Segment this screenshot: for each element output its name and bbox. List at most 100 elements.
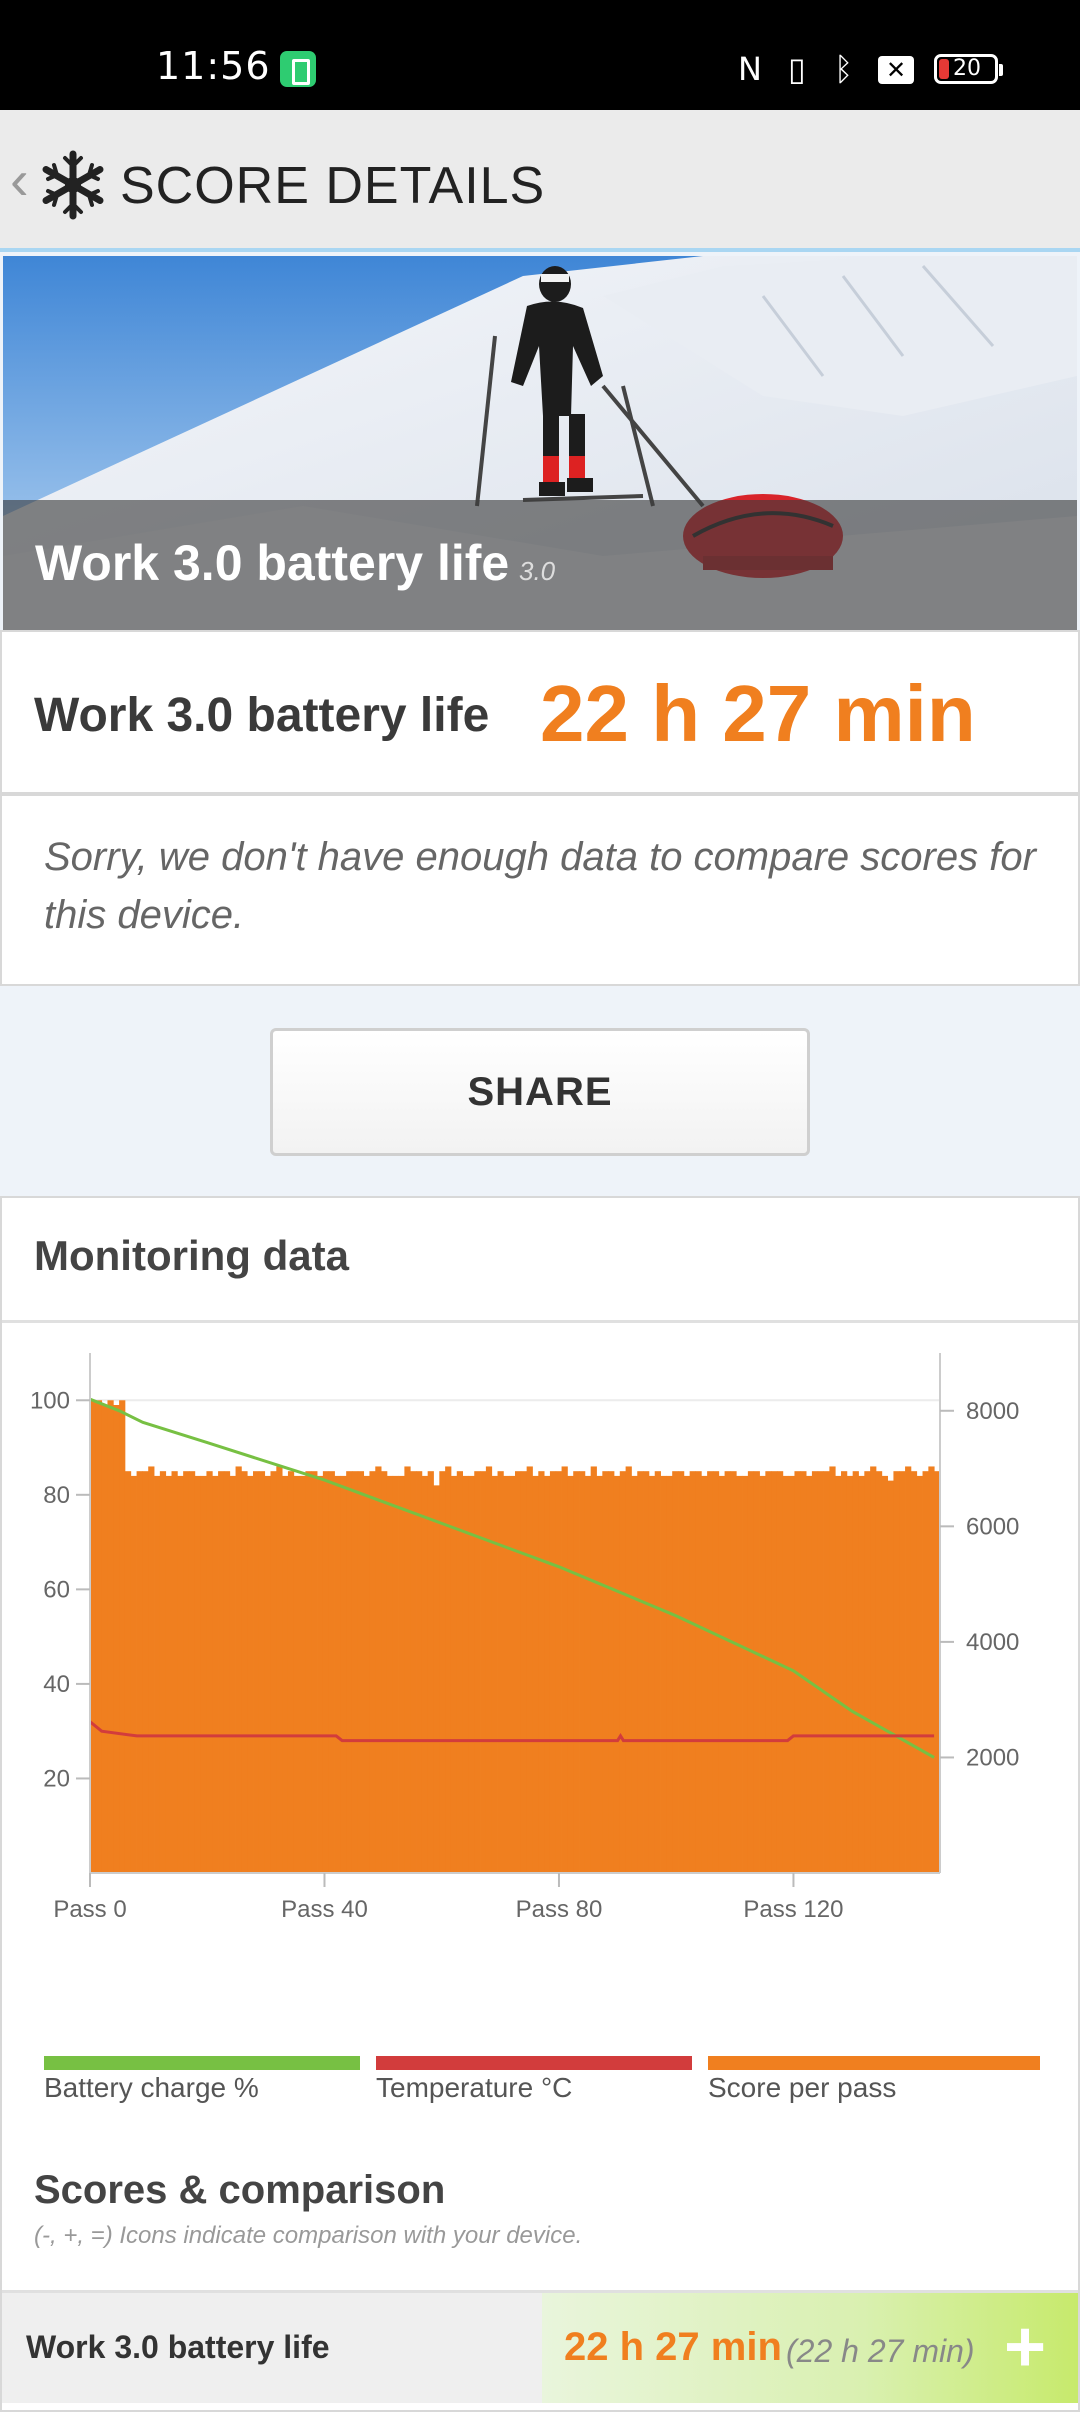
score-bar [544, 1475, 551, 1873]
battery-saver-icon [280, 51, 316, 87]
comparison-row[interactable]: Work 3.0 battery life 22 h 27 min (22 h … [2, 2290, 1078, 2403]
score-bar [852, 1471, 859, 1873]
score-bar [602, 1471, 609, 1873]
score-bar [806, 1475, 813, 1873]
score-bar [433, 1485, 440, 1873]
score-bar [718, 1475, 725, 1873]
score-bar [241, 1471, 248, 1873]
score-bar [648, 1475, 656, 1873]
comparison-note: Sorry, we don't have enough data to comp… [44, 835, 1036, 937]
x-tick-label: Pass 40 [281, 1896, 368, 1923]
score-bar [672, 1471, 679, 1873]
score-bar [782, 1475, 790, 1873]
score-bar [736, 1475, 743, 1873]
score-bar [229, 1475, 236, 1873]
score-bar [584, 1475, 592, 1873]
score-bar [893, 1471, 900, 1873]
score-bar [631, 1475, 638, 1873]
score-bar [596, 1475, 603, 1873]
score-bar [311, 1471, 318, 1873]
sim-off-icon: ✕ [878, 56, 914, 84]
score-bar [800, 1471, 807, 1873]
comparison-row-label-cell: Work 3.0 battery life [2, 2293, 542, 2403]
score-bar [351, 1471, 359, 1873]
score-bar [846, 1475, 854, 1873]
score-bar [113, 1405, 120, 1873]
score-bar [474, 1471, 481, 1873]
score-bar [194, 1475, 202, 1873]
scores-hint: (-, +, =) Icons indicate comparison with… [34, 2222, 583, 2249]
score-bar [282, 1475, 289, 1873]
score-bar [375, 1466, 382, 1873]
score-bar [369, 1471, 376, 1873]
score-bar [317, 1475, 324, 1873]
score-bar [497, 1471, 504, 1873]
score-bar [491, 1475, 498, 1873]
score-bar [136, 1471, 143, 1873]
comparison-row-value: 22 h 27 min [564, 2325, 782, 2369]
score-card: Work 3.0 battery life 22 h 27 min [0, 630, 1080, 794]
score-bar [701, 1475, 708, 1873]
score-bar [386, 1475, 394, 1873]
score-bar [142, 1471, 149, 1873]
benchmark-hero-image: Work 3.0 battery life 3.0 [3, 256, 1077, 630]
score-bar [159, 1471, 167, 1873]
score-bar [590, 1466, 597, 1873]
x-tick-label: Pass 80 [516, 1896, 603, 1923]
app-bar: ‹ SCORE DETAILS [0, 110, 1080, 252]
score-bar [905, 1466, 912, 1873]
score-bar [148, 1466, 155, 1873]
score-bar [410, 1471, 417, 1873]
plus-icon: + [1004, 2307, 1047, 2387]
score-bar [328, 1471, 335, 1873]
score-bar [683, 1475, 691, 1873]
score-bar [206, 1471, 213, 1873]
hero-caption: Work 3.0 battery life 3.0 [3, 500, 1077, 630]
score-bar [916, 1475, 923, 1873]
score-bar [561, 1466, 568, 1873]
bluetooth-icon: ᛒ [834, 50, 854, 88]
legend-label-score: Score per pass [708, 2072, 897, 2103]
score-bar [421, 1475, 429, 1873]
y-left-tick-label: 100 [30, 1387, 70, 1414]
legend-swatch-score [708, 2056, 1040, 2070]
back-button[interactable]: ‹ [10, 150, 29, 210]
status-bar: 11:56 N ▯ ᛒ ✕ 20 [0, 0, 1080, 110]
score-bar [660, 1475, 667, 1873]
score-bar [258, 1471, 266, 1873]
score-bar [608, 1471, 615, 1873]
score-bar [416, 1471, 423, 1873]
monitoring-chart: 20 40 60 80 100 2000 4000 6000 8000 Pass 0 Pass 40… [30, 1353, 1019, 1923]
score-bar [788, 1475, 795, 1873]
score-bar [532, 1475, 539, 1873]
score-bar [305, 1471, 312, 1873]
vibrate-icon: ▯ [788, 50, 806, 88]
score-bar [462, 1475, 469, 1873]
divider [2, 1320, 1078, 1323]
battery-level: 20 [953, 56, 981, 81]
comparison-row-label: Work 3.0 battery life [26, 2329, 330, 2365]
monitoring-title: Monitoring data [34, 1232, 349, 1279]
score-bar [485, 1466, 493, 1873]
score-bar [724, 1471, 731, 1873]
score-bar [95, 1400, 103, 1873]
score-bar [200, 1475, 207, 1873]
score-bar [841, 1471, 848, 1873]
score-bar [119, 1400, 126, 1873]
score-bar [509, 1475, 516, 1873]
share-button[interactable]: SHARE [270, 1028, 810, 1156]
score-bar [322, 1471, 330, 1873]
score-bar [759, 1475, 766, 1873]
score-bar [107, 1400, 114, 1873]
hero-version: 3.0 [519, 556, 556, 586]
score-bar [678, 1471, 685, 1873]
score-bar [567, 1475, 574, 1873]
score-bar [334, 1475, 341, 1873]
score-bar [357, 1471, 365, 1873]
score-bar [276, 1466, 283, 1873]
score-bar [887, 1480, 894, 1873]
x-tick-label: Pass 120 [743, 1896, 843, 1923]
score-bar [643, 1471, 650, 1873]
score-bar [404, 1466, 411, 1873]
comparison-row-value-cell: 22 h 27 min (22 h 27 min) + [542, 2293, 1078, 2403]
